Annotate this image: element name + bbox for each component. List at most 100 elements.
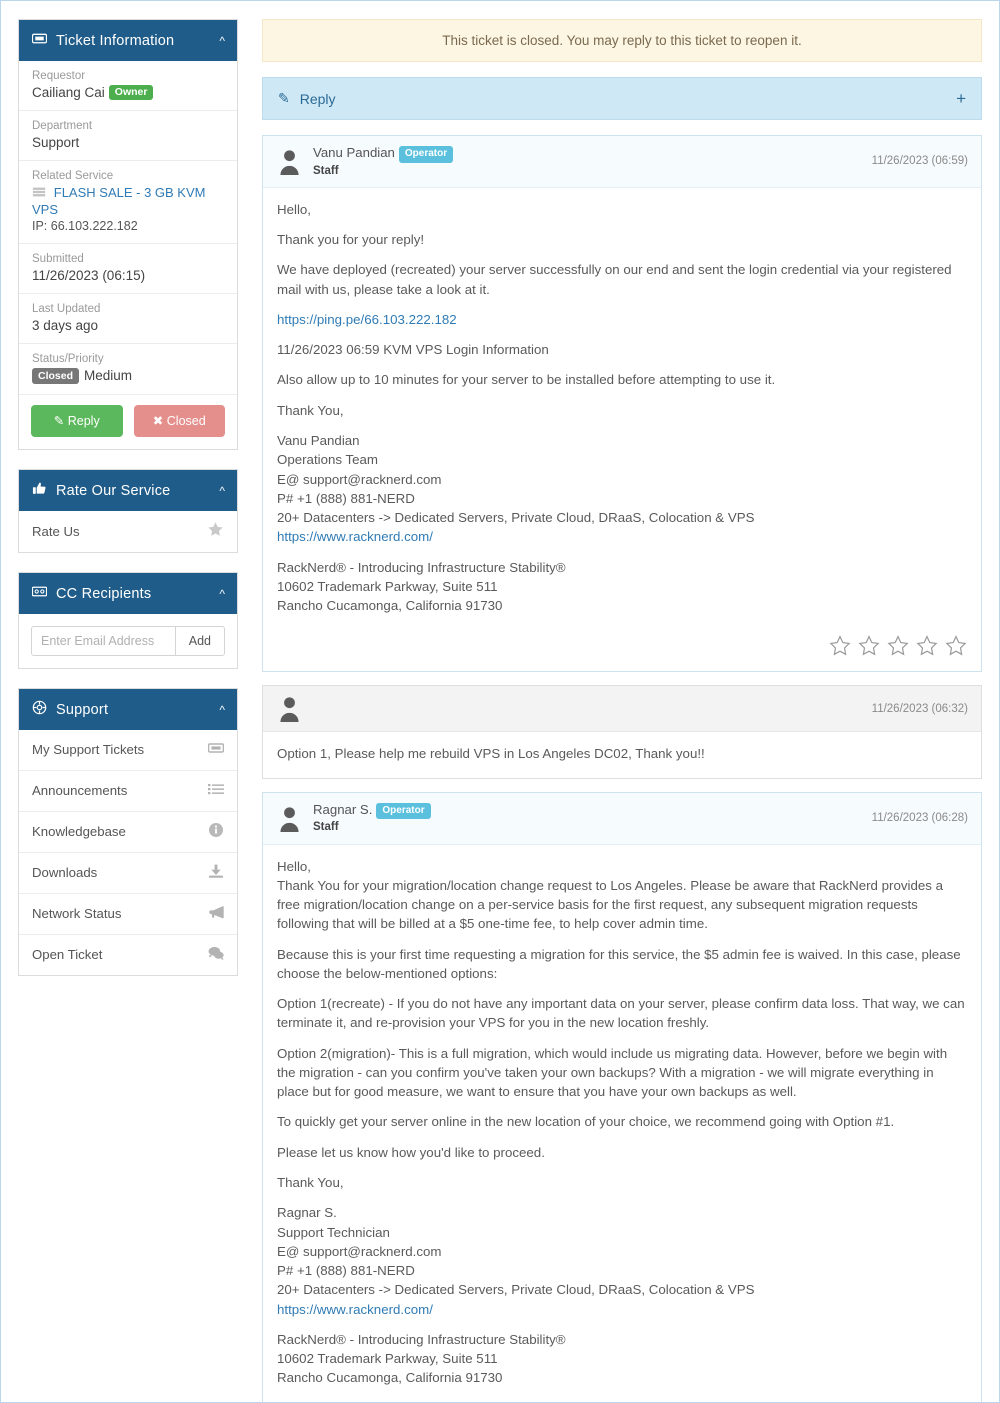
rating-star[interactable] [916,635,938,657]
department-value: Support [32,135,80,150]
racknerd-site-link[interactable]: https://www.racknerd.com/ [277,529,433,544]
status-priority-value: Closed Medium [32,368,224,384]
rating-star[interactable] [829,635,851,657]
related-service-link[interactable]: FLASH SALE - 3 GB KVM VPS [32,185,205,217]
reply-button[interactable]: ✎ Reply [31,405,123,437]
rating-star[interactable] [887,635,909,657]
cc-add-button[interactable]: Add [174,626,225,656]
signature-line: P# +1 (888) 881-NERD [277,1263,415,1279]
service-ip: IP: 66.103.222.182 [32,219,138,233]
download-icon [208,863,224,882]
message-body: Hello, Thank you for your reply! We have… [263,188,981,630]
ticket-thread: This ticket is closed. You may reply to … [262,19,982,1402]
related-service-value: FLASH SALE - 3 GB KVM VPS IP: 66.103.222… [32,185,224,233]
ping-link[interactable]: https://ping.pe/66.103.222.182 [277,312,457,327]
info-row-submitted: Submitted 11/26/2023 (06:15) [19,244,237,294]
server-icon [32,185,46,202]
info-row-requestor: Requestor Cailiang Cai Owner [19,61,237,111]
panel-header-ticket-information[interactable]: Ticket Information ^ [19,20,237,61]
cc-email-input[interactable] [31,626,175,656]
message-paragraph: Option 1(recreate) - If you do not have … [277,996,965,1031]
chevron-up-icon[interactable]: ^ [219,703,225,717]
info-label: Last Updated [32,303,101,315]
message-header: Vanu Pandian Operator Staff 11/26/2023 (0… [263,136,981,188]
avatar [276,805,303,832]
list-icon [208,781,224,800]
closed-button-label: Closed [166,414,206,428]
address-line: Rancho Cucamonga, California 91730 [277,598,503,614]
panel-header-support[interactable]: Support ^ [19,689,237,730]
message-paragraph: Please let us know how you'd like to pro… [277,1144,545,1160]
info-row-last-updated: Last Updated 3 days ago [19,294,237,344]
pencil-icon: ✎ [53,414,65,428]
signature-line: Ragnar S. [277,1205,337,1221]
address-line: 10602 Trademark Parkway, Suite 511 [277,1351,498,1367]
sidebar-item-announcements[interactable]: Announcements [19,771,237,812]
sidebar-item-open-ticket[interactable]: Open Ticket [19,935,237,975]
sidebar-item-label: Knowledgebase [32,824,126,839]
message-paragraph: Thank You, [277,402,344,418]
message-staff-ragnar-s: Ragnar S. Operator Staff 11/26/2023 (06:2… [262,791,982,1402]
signature-line: Support Technician [277,1224,390,1240]
signature-line: 20+ Datacenters -> Dedicated Servers, Pr… [277,1282,755,1298]
sidebar: Ticket Information ^ Requestor Cailiang … [18,19,238,995]
info-row-related-service: Related Service FLASH SALE - 3 GB KVM VP… [19,161,237,244]
operator-badge: Operator [398,146,454,163]
panel-cc-recipients: CC Recipients ^ Add [18,572,238,669]
panel-body-support: My Support Tickets Announcements Knowled… [19,730,237,975]
info-label: Submitted [32,253,84,265]
message-body: Option 1, Please help me rebuild VPS in … [263,732,981,777]
broadcast-icon [208,904,224,923]
status-badge: Closed [32,368,80,384]
address-line: RackNerd® - Introducing Infrastructure S… [277,1331,566,1347]
rating-star[interactable] [945,635,967,657]
message-client-redacted-1: 11/26/2023 (06:32) Option 1, Please help… [262,685,982,779]
priority-text: Medium [84,368,133,383]
operator-badge: Operator [376,802,431,820]
message-paragraph: Hello, [277,201,311,217]
message-paragraph: Option 1, Please help me rebuild VPS in … [277,746,705,762]
message-author-block: Ragnar S. Operator Staff [313,802,862,835]
info-label: Department [32,120,93,132]
info-value: Cailiang Cai Owner [32,85,224,100]
comments-icon [208,945,224,964]
reply-bar[interactable]: ✎ Reply + [262,77,982,120]
panel-header-cc-recipients[interactable]: CC Recipients ^ [19,573,237,614]
sidebar-item-network-status[interactable]: Network Status [19,894,237,935]
info-label: Requestor [32,70,86,82]
message-header: 11/26/2023 (06:32) [263,686,981,733]
signature-link-line: https://www.racknerd.com/ [277,527,967,546]
panel-ticket-information: Ticket Information ^ Requestor Cailiang … [18,19,238,450]
address-line: RackNerd® - Introducing Infrastructure S… [277,559,566,575]
address-line: Rancho Cucamonga, California 91730 [277,1370,503,1386]
sidebar-item-my-support-tickets[interactable]: My Support Tickets [19,730,237,771]
signature-line: 20+ Datacenters -> Dedicated Servers, Pr… [277,510,755,526]
message-greeting: Hello, [277,858,311,874]
closed-button[interactable]: ✖ Closed [133,405,225,437]
expand-icon[interactable]: + [956,90,966,107]
message-timestamp: 11/26/2023 (06:28) [871,812,968,825]
chevron-up-icon[interactable]: ^ [219,34,225,48]
message-paragraph: Thank You for your migration/location ch… [277,877,943,932]
signature-line: E@ support@racknerd.com [277,1243,442,1259]
message-author-block: Vanu Pandian Operator Staff [313,145,862,178]
sidebar-item-knowledgebase[interactable]: Knowledgebase [19,812,237,853]
message-paragraph: https://ping.pe/66.103.222.182 [277,310,967,329]
message-paragraph: To quickly get your server online in the… [277,1114,895,1130]
last-updated-value: 3 days ago [32,318,99,333]
panel-support: Support ^ My Support Tickets Announcemen… [18,688,238,976]
chevron-up-icon[interactable]: ^ [219,484,225,498]
info-circle-icon [208,822,224,841]
racknerd-site-link[interactable]: https://www.racknerd.com/ [277,1302,433,1317]
sidebar-item-downloads[interactable]: Downloads [19,853,237,894]
rate-us-item[interactable]: Rate Us [19,511,237,552]
panel-header-rate-our-service[interactable]: Rate Our Service ^ [19,470,237,511]
close-icon: ✖ [152,414,164,428]
chevron-up-icon[interactable]: ^ [219,587,225,601]
panel-title: Support [56,701,109,718]
info-row-department: Department Support [19,111,237,161]
rating-star[interactable] [858,635,880,657]
message-timestamp: 11/26/2023 (06:32) [871,702,968,715]
signature-line: Operations Team [277,452,379,468]
cc-add-row: Add [19,614,237,668]
